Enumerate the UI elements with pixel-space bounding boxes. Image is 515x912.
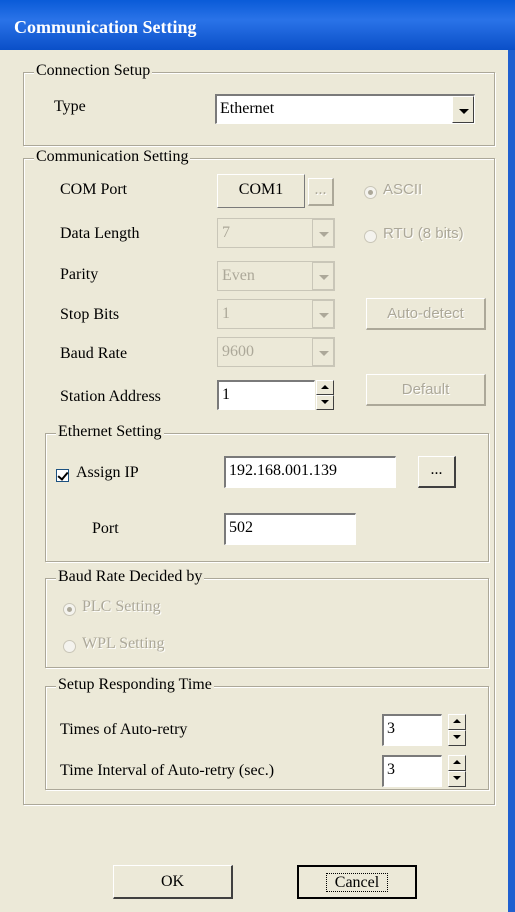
communication-setting-legend: Communication Setting: [34, 148, 191, 166]
ok-button[interactable]: OK: [113, 865, 233, 899]
com-port-browse-button[interactable]: ...: [308, 178, 334, 206]
type-select-value: Ethernet: [220, 100, 275, 117]
responding-time-legend: Setup Responding Time: [56, 676, 214, 694]
ascii-label: ASCII: [383, 181, 423, 198]
spin-down-icon[interactable]: [448, 730, 466, 746]
port-label: Port: [92, 520, 119, 537]
window-title: Communication Setting: [14, 17, 197, 37]
auto-retry-value: 3: [387, 720, 395, 737]
baud-rate-select[interactable]: 9600: [217, 337, 335, 367]
default-button[interactable]: Default: [366, 374, 486, 406]
spin-up-icon[interactable]: [448, 714, 466, 730]
spin-up-icon[interactable]: [448, 755, 466, 771]
ip-browse-button[interactable]: ...: [418, 456, 456, 488]
stop-bits-select[interactable]: 1: [217, 299, 335, 329]
ip-address-input[interactable]: 192.168.001.139: [224, 456, 396, 488]
ip-address-value: 192.168.001.139: [229, 462, 337, 479]
baud-rate-value: 9600: [222, 343, 254, 360]
station-address-value: 1: [222, 386, 230, 403]
data-length-value: 7: [222, 224, 230, 241]
spin-up-icon[interactable]: [316, 380, 334, 395]
spin-down-icon[interactable]: [448, 771, 466, 787]
com-port-button[interactable]: COM1: [217, 174, 305, 208]
plc-setting-label: PLC Setting: [82, 598, 161, 615]
retry-interval-value: 3: [387, 761, 395, 778]
plc-setting-radio[interactable]: [63, 603, 76, 616]
chevron-down-icon[interactable]: [312, 262, 334, 290]
chevron-down-icon[interactable]: [312, 219, 334, 247]
baud-rate-decided-legend: Baud Rate Decided by: [56, 568, 205, 586]
cancel-label: Cancel: [325, 873, 389, 892]
stop-bits-value: 1: [222, 305, 230, 322]
auto-retry-input[interactable]: 3: [382, 714, 442, 746]
ethernet-setting-legend: Ethernet Setting: [56, 423, 164, 441]
auto-retry-stepper[interactable]: [448, 714, 466, 746]
data-length-select[interactable]: 7: [217, 218, 335, 248]
baud-rate-decided-group: [45, 578, 489, 668]
type-label: Type: [54, 98, 86, 115]
retry-interval-label: Time Interval of Auto-retry (sec.): [60, 762, 275, 779]
ascii-radio[interactable]: [364, 186, 377, 199]
baud-rate-label: Baud Rate: [60, 345, 128, 362]
parity-label: Parity: [60, 266, 99, 283]
title-bar[interactable]: Communication Setting: [0, 0, 515, 50]
station-address-label: Station Address: [60, 388, 161, 405]
chevron-down-icon[interactable]: [312, 300, 334, 328]
auto-detect-button[interactable]: Auto-detect: [366, 298, 486, 330]
rtu-label: RTU (8 bits): [383, 225, 464, 242]
stop-bits-label: Stop Bits: [60, 306, 120, 323]
retry-interval-input[interactable]: 3: [382, 755, 442, 787]
data-length-label: Data Length: [60, 225, 140, 242]
auto-detect-label: Auto-detect: [387, 305, 464, 322]
parity-select[interactable]: Even: [217, 261, 335, 291]
assign-ip-label: Assign IP: [76, 464, 139, 481]
type-select[interactable]: Ethernet: [215, 94, 475, 124]
retry-interval-stepper[interactable]: [448, 755, 466, 787]
station-address-stepper[interactable]: [316, 380, 334, 410]
wpl-setting-label: WPL Setting: [82, 635, 165, 652]
station-address-input[interactable]: 1: [217, 380, 315, 410]
cancel-button[interactable]: Cancel: [297, 865, 417, 899]
chevron-down-icon[interactable]: [312, 338, 334, 366]
com-port-label: COM Port: [60, 181, 128, 198]
assign-ip-checkbox[interactable]: [56, 469, 69, 482]
rtu-radio[interactable]: [364, 230, 377, 243]
window-border: [508, 50, 515, 912]
default-label: Default: [401, 381, 450, 398]
port-input[interactable]: 502: [224, 513, 356, 545]
connection-setup-legend: Connection Setup: [34, 62, 153, 80]
parity-value: Even: [222, 267, 255, 284]
spin-down-icon[interactable]: [316, 395, 334, 410]
wpl-setting-radio[interactable]: [63, 640, 76, 653]
chevron-down-icon[interactable]: [452, 96, 474, 123]
auto-retry-label: Times of Auto-retry: [60, 721, 188, 738]
port-value: 502: [229, 519, 253, 536]
